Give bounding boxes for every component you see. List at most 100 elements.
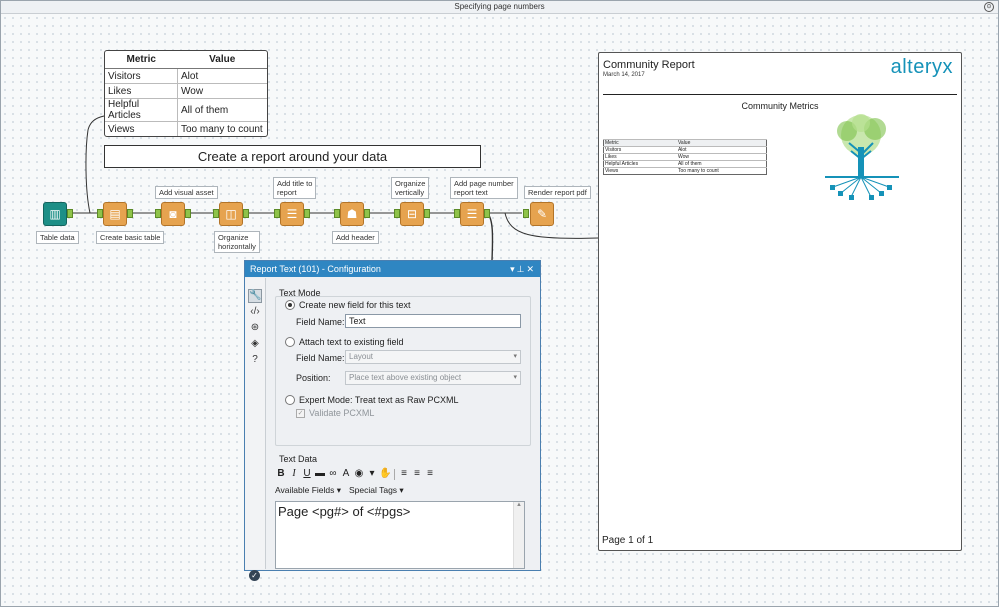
table-row: Helpful Articles All of them — [603, 160, 767, 168]
input-anchor[interactable] — [523, 209, 529, 218]
align-right-icon[interactable]: ≡ — [424, 468, 436, 480]
table-cell: Wow — [177, 83, 267, 99]
checkbox[interactable]: ✓ — [296, 408, 305, 418]
create-field-option[interactable]: Create new field for this text — [285, 300, 411, 310]
wrench-icon[interactable]: 🔧 — [248, 289, 262, 303]
field-name-input[interactable]: Text — [345, 314, 521, 328]
chevron-down-icon: ▾ — [513, 374, 517, 381]
align-left-icon[interactable]: ≡ — [398, 468, 410, 480]
panel-header[interactable]: Report Text (101) - Configuration ▾⊥✕ — [245, 261, 540, 277]
pin-icon[interactable]: ⊙ — [984, 2, 994, 12]
attach-field-label: Field Name: — [296, 353, 345, 363]
divider — [394, 468, 395, 480]
attach-field-select[interactable]: Layout ▾ — [345, 350, 521, 364]
text-editor[interactable]: Page <pg#> of <#pgs> ▲ — [275, 501, 525, 569]
pin-icon[interactable]: ⊥ — [517, 264, 527, 274]
tool-label-line: horizontally — [218, 242, 256, 251]
option-label: Validate PCXML — [309, 408, 375, 418]
font-icon[interactable]: A — [340, 468, 352, 480]
table-cell: Wow — [676, 153, 767, 161]
alteryx-logo: alteryx — [890, 56, 953, 78]
table-row: Visitors Alot — [105, 68, 267, 84]
format-toolbar: B I U ▬ ∞ A ◉ ▾ ✋ ≡ ≡ ≡ — [275, 467, 529, 481]
window-titlebar: Specifying page numbers ⊙ — [1, 1, 998, 14]
table-row: Views Too many to count — [603, 167, 767, 175]
table-row: Likes Wow — [105, 83, 267, 99]
validate-pcxml-option[interactable]: ✓ Validate PCXML — [296, 408, 374, 418]
tool-label-line: vertically — [395, 188, 425, 197]
code-icon[interactable]: ‹/› — [249, 306, 261, 318]
output-anchor[interactable] — [424, 209, 430, 218]
divider — [603, 94, 957, 95]
available-fields-menu[interactable]: Available Fields ▾ — [275, 485, 341, 496]
chevron-down-icon[interactable]: ▾ — [366, 468, 378, 480]
radio-unselected[interactable] — [285, 337, 295, 347]
table-icon[interactable]: ▤ — [103, 202, 127, 226]
help-icon[interactable]: ? — [249, 354, 261, 366]
expert-mode-option[interactable]: Expert Mode: Treat text as Raw PCXML — [285, 395, 459, 405]
table-cell: Too many to count — [676, 167, 767, 175]
special-tags-menu[interactable]: Special Tags ▾ — [349, 485, 404, 496]
table-cell: Helpful Articles — [105, 98, 178, 122]
config-panel[interactable]: Report Text (101) - Configuration ▾⊥✕ 🔧 … — [244, 260, 541, 581]
select-value: Layout — [349, 352, 374, 361]
table-row: Likes Wow — [603, 153, 767, 161]
panel-body: Text Mode Create new field for this text… — [267, 278, 539, 569]
editor-content: Page <pg#> of <#pgs> — [278, 504, 411, 519]
output-anchor[interactable] — [243, 209, 249, 218]
tool-label: Add page number report text — [450, 177, 518, 199]
output-anchor[interactable] — [304, 209, 310, 218]
output-anchor[interactable] — [67, 209, 73, 218]
output-anchor[interactable] — [364, 209, 370, 218]
italic-icon[interactable]: I — [288, 468, 300, 480]
table-cell: Likes — [603, 153, 677, 161]
radio-selected[interactable] — [285, 300, 295, 310]
check-icon[interactable]: ✓ — [249, 570, 260, 581]
table-cell: Views — [105, 121, 178, 136]
camera-icon[interactable]: ◙ — [161, 202, 185, 226]
scrollbar[interactable]: ▲ — [513, 502, 524, 568]
highlight-icon[interactable]: ▬ — [314, 468, 326, 480]
close-icon[interactable]: ✕ — [526, 264, 536, 274]
report-text-icon[interactable]: ☰ — [460, 202, 484, 226]
table-cell: Visitors — [603, 146, 677, 154]
table-cell: All of them — [177, 98, 267, 122]
window-title: Specifying page numbers — [454, 2, 545, 11]
underline-icon[interactable]: U — [301, 468, 313, 480]
settings-icon[interactable]: ⊛ — [249, 322, 261, 334]
fill-icon[interactable]: ✋ — [379, 468, 391, 480]
tool-label-line: report text — [454, 188, 488, 197]
align-center-icon[interactable]: ≡ — [411, 468, 423, 480]
book-icon[interactable]: ▥ — [43, 202, 67, 226]
radio-unselected[interactable] — [285, 395, 295, 405]
output-anchor[interactable] — [127, 209, 133, 218]
attach-field-option[interactable]: Attach text to existing field — [285, 337, 404, 347]
metric-comment-table[interactable]: Metric Value Visitors Alot Likes Wow Hel… — [104, 50, 268, 137]
layout-vertical-icon[interactable]: ⊟ — [400, 202, 424, 226]
layout-horizontal-icon[interactable]: ◫ — [219, 202, 243, 226]
panel-controls: ▾⊥✕ — [510, 261, 536, 277]
table-row: Views Too many to count — [105, 121, 267, 136]
render-icon[interactable]: ✎ — [530, 202, 554, 226]
tag-icon[interactable]: ◈ — [249, 338, 261, 350]
tool-label: Table data — [36, 231, 79, 244]
table-row: Helpful Articles All of them — [105, 98, 267, 122]
tool-label: Add visual asset — [155, 186, 218, 199]
table-header: Value — [177, 51, 267, 69]
comment-banner[interactable]: Create a report around your data — [104, 145, 481, 168]
bold-icon[interactable]: B — [275, 468, 287, 480]
report-text-icon[interactable]: ☰ — [280, 202, 304, 226]
link-icon[interactable]: ∞ — [327, 468, 339, 480]
table-cell: Alot — [177, 68, 267, 84]
tool-label-line: report — [277, 188, 297, 197]
position-select[interactable]: Place text above existing object ▾ — [345, 371, 521, 385]
report-table: Metric Value Visitors Alot Likes Wow Hel… — [603, 139, 767, 175]
header-icon[interactable]: ☗ — [340, 202, 364, 226]
output-anchor[interactable] — [185, 209, 191, 218]
table-header: Value — [676, 139, 767, 147]
color-wheel-icon[interactable]: ◉ — [353, 468, 365, 480]
tool-label: Render report pdf — [524, 186, 591, 199]
tool-label-line: Add title to — [277, 179, 313, 188]
tool-label-line: Add page number — [454, 179, 514, 188]
output-anchor[interactable] — [484, 209, 490, 218]
